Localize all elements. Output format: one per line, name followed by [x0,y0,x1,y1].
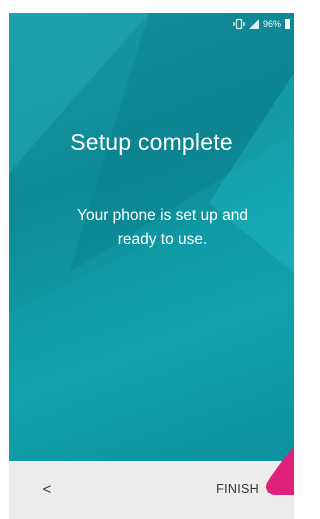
vibrate-icon [233,19,245,29]
tap-indicator-icon [266,447,294,495]
battery-percentage: 96% [262,19,281,29]
setup-complete-screen: 96% Setup complete Your phone is set up … [9,13,294,461]
setup-navigation-bar: < FINISH > [9,461,294,519]
device-frame: 96% Setup complete Your phone is set up … [0,0,294,519]
signal-icon [248,19,259,29]
back-button[interactable]: < [35,475,59,503]
back-chevron-icon: < [42,480,52,498]
battery-icon [285,19,290,29]
setup-title: Setup complete [70,129,233,155]
status-bar: 96% [233,17,290,31]
setup-message: Your phone is set up and ready to use. [77,207,248,248]
finish-label: FINISH [216,482,259,496]
